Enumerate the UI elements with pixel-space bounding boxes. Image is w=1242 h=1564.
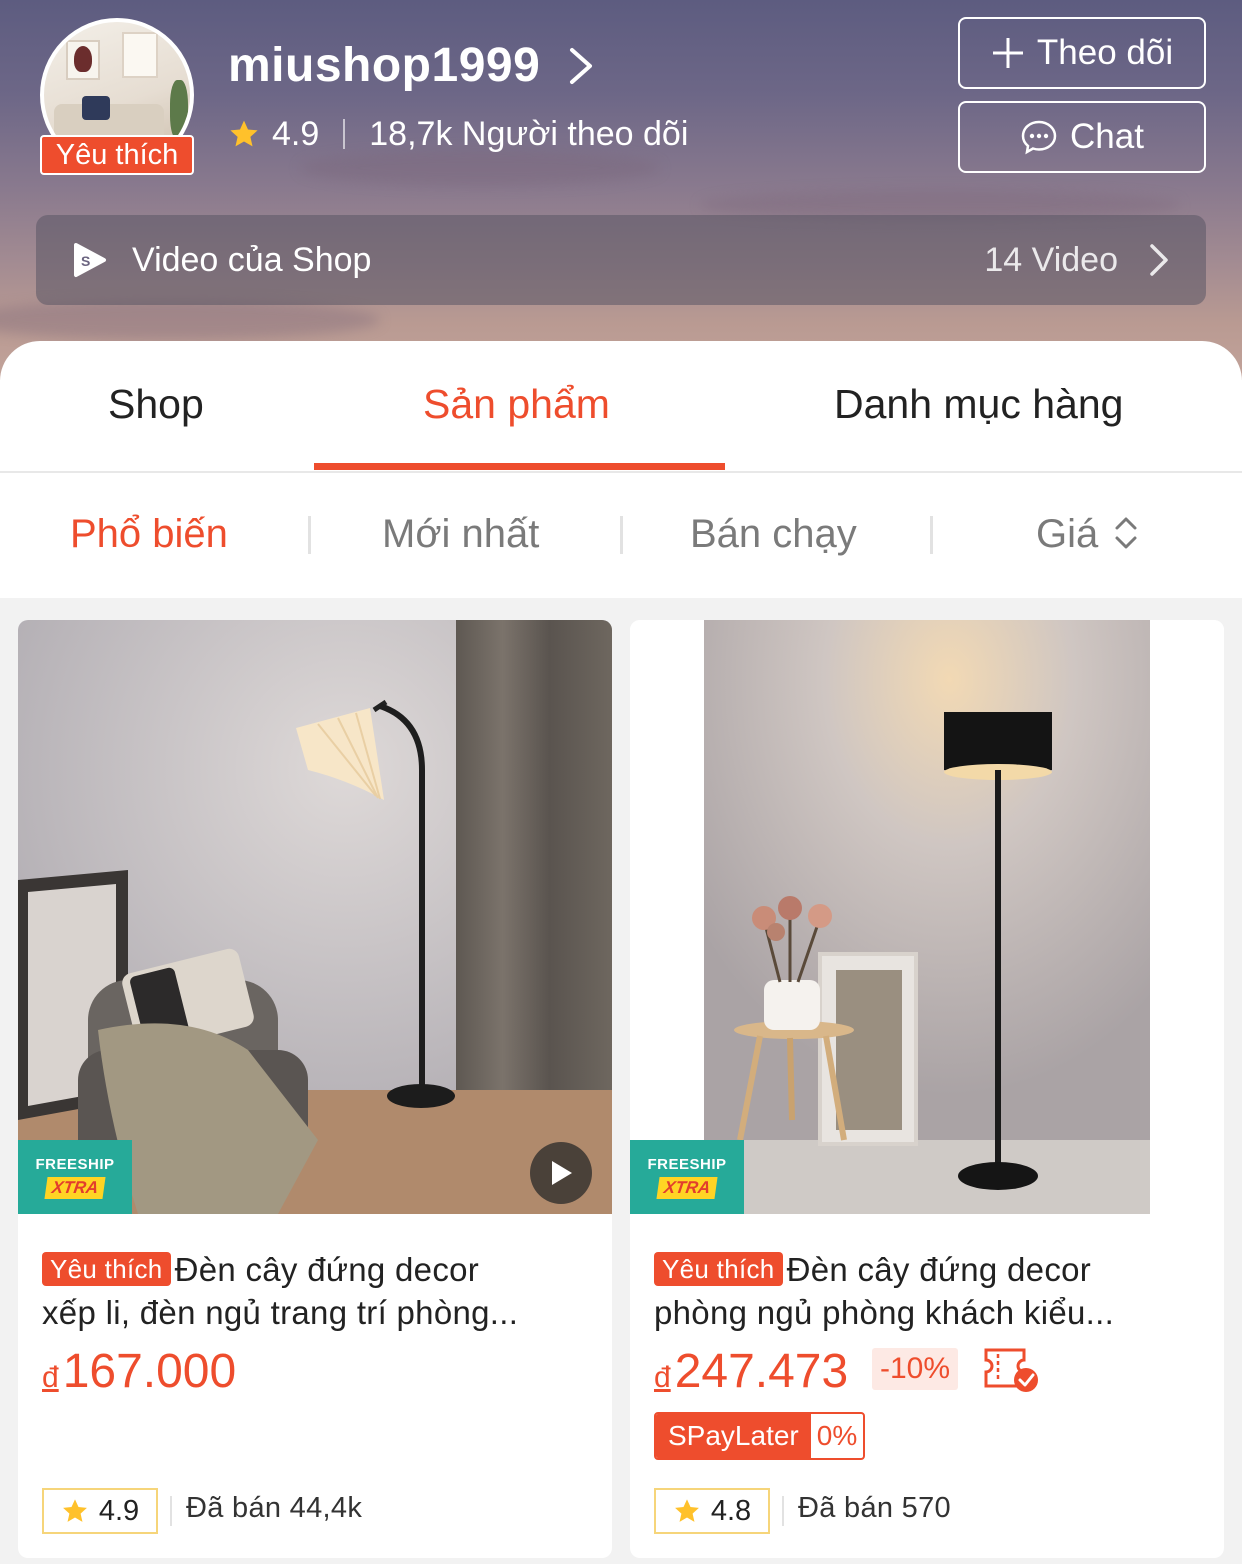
divider [308, 516, 311, 554]
plus-icon [992, 38, 1023, 68]
product-card[interactable]: FREESHIP XTRA Yêu thích Đèn cây đứng deco… [630, 620, 1224, 1558]
follow-button[interactable]: Theo dõi [958, 17, 1206, 89]
divider [620, 516, 623, 554]
avatar-plant [170, 80, 188, 140]
star-icon [674, 1499, 699, 1522]
tab-bar: Shop Sản phẩm Danh mục hàng [0, 341, 1242, 473]
product-price: đ 247.473 [654, 1344, 848, 1399]
chat-bubble-icon [1021, 120, 1057, 155]
discount-badge: -10% [872, 1348, 959, 1390]
rating-value: 4.9 [98, 1494, 140, 1527]
avatar-pillow [82, 96, 110, 120]
sold-count: Đã bán 570 [798, 1492, 951, 1524]
sort-arrows-icon[interactable] [1112, 512, 1140, 554]
star-icon [62, 1499, 87, 1522]
divider [343, 119, 346, 149]
video-count: 14 Video [984, 240, 1118, 279]
product-rating: 4.9 [42, 1488, 158, 1534]
product-image[interactable]: FREESHIP XTRA [18, 620, 612, 1214]
tabs-panel: Shop Sản phẩm Danh mục hàng Phổ biến Mới… [0, 341, 1242, 598]
divider [170, 1496, 172, 1526]
freeship-label: FREESHIP [647, 1155, 727, 1173]
product-title: Yêu thích Đèn cây đứng decor xếp li, đèn … [42, 1248, 592, 1334]
product-photo-lamp-drum [630, 620, 1224, 1214]
sold-count: Đã bán 44,4k [186, 1492, 363, 1524]
follow-label: Theo dõi [1036, 33, 1174, 72]
spaylater-badge: SPayLater 0% [654, 1412, 866, 1460]
favorite-shop-badge: Yêu thích [40, 135, 194, 175]
chat-label: Chat [1070, 117, 1144, 156]
chevron-right-icon[interactable] [566, 44, 596, 88]
rating-value: 4.8 [710, 1494, 752, 1527]
freeship-xtra-badge: FREESHIP XTRA [630, 1140, 744, 1214]
avatar-leaf [74, 46, 92, 72]
favorite-tag: Yêu thích [654, 1252, 783, 1286]
product-title-line1: Đèn cây đứng decor [174, 1251, 480, 1288]
shop-stats: 4.9 18,7k Người theo dõi [228, 112, 688, 156]
divider [782, 1496, 784, 1526]
voucher-check-icon [984, 1348, 1038, 1392]
play-video-button[interactable] [530, 1142, 592, 1204]
sort-bar: Phổ biến Mới nhất Bán chạy Giá [0, 474, 1242, 598]
product-price: đ 167.000 [42, 1344, 236, 1399]
product-rating: 4.8 [654, 1488, 770, 1534]
shop-name[interactable]: miushop1999 [228, 38, 540, 93]
svg-text:S: S [81, 253, 90, 269]
product-photo-lamp-pleated [18, 620, 612, 1214]
divider [930, 516, 933, 554]
shop-video-bar[interactable]: S Video của Shop 14 Video [36, 215, 1206, 305]
shop-rating: 4.9 [272, 114, 320, 153]
product-image[interactable]: FREESHIP XTRA [630, 620, 1224, 1214]
product-title: Yêu thích Đèn cây đứng decor phòng ngủ ph… [654, 1248, 1204, 1334]
tab-products[interactable]: Sản phẩm [423, 381, 610, 428]
active-tab-indicator [314, 463, 725, 470]
product-title-line2: xếp li, đèn ngủ trang trí phòng... [42, 1294, 519, 1331]
avatar-frame [122, 32, 158, 78]
chevron-right-icon [1150, 244, 1168, 276]
currency-symbol: đ [42, 1361, 59, 1394]
price-value: 167.000 [62, 1345, 237, 1398]
tab-categories[interactable]: Danh mục hàng [834, 381, 1123, 428]
sort-price[interactable]: Giá [1036, 512, 1098, 557]
freeship-xtra-label: XTRA [656, 1176, 718, 1199]
sort-newest[interactable]: Mới nhất [382, 512, 539, 557]
sort-best-selling[interactable]: Bán chạy [690, 512, 857, 557]
play-icon [552, 1161, 572, 1185]
star-icon [230, 120, 258, 147]
freeship-xtra-label: XTRA [44, 1176, 106, 1199]
freeship-xtra-badge: FREESHIP XTRA [18, 1140, 132, 1214]
shop-video-icon: S [74, 243, 106, 277]
favorite-tag: Yêu thích [42, 1252, 171, 1286]
spaylater-label: SPayLater [656, 1414, 811, 1458]
tab-shop[interactable]: Shop [108, 381, 204, 428]
shop-header: Yêu thích miushop1999 4.9 18,7k Người th… [0, 0, 1242, 380]
spaylater-rate: 0% [816, 1420, 858, 1451]
cloud [0, 300, 380, 340]
product-title-line1: Đèn cây đứng decor [786, 1251, 1092, 1288]
sort-popular[interactable]: Phổ biến [70, 512, 228, 557]
price-value: 247.473 [674, 1345, 849, 1398]
currency-symbol: đ [654, 1361, 671, 1394]
product-title-line2: phòng ngủ phòng khách kiểu... [654, 1294, 1115, 1331]
product-card[interactable]: FREESHIP XTRA Yêu thích Đèn cây đứng deco… [18, 620, 612, 1558]
video-bar-label: Video của Shop [132, 240, 372, 279]
follower-count: 18,7k Người theo dõi [369, 114, 689, 153]
chat-button[interactable]: Chat [958, 101, 1206, 173]
freeship-label: FREESHIP [35, 1155, 115, 1173]
